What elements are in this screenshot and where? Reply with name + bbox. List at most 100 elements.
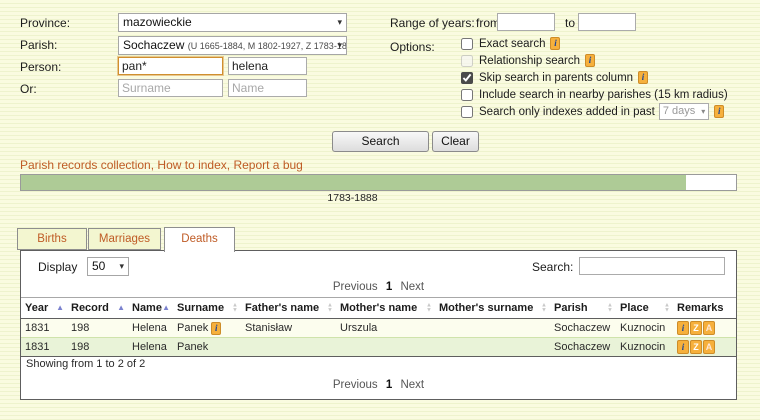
column-header-parish[interactable]: Parish▲▼ — [550, 298, 616, 319]
chevron-down-icon: ▾ — [701, 104, 705, 119]
results-summary: Showing from 1 to 2 of 2 — [26, 358, 145, 370]
tab-marriages[interactable]: Marriages — [88, 228, 161, 250]
column-header-fathers-name[interactable]: Father's name▲▼ — [241, 298, 336, 319]
cell-surname: Paneki — [173, 319, 241, 338]
year-to-input[interactable] — [578, 13, 636, 31]
person-label: Person: — [20, 60, 61, 74]
table-row: 1831 198 Helena Panek Sochaczew Kuznocin… — [21, 338, 736, 357]
options-label: Options: — [390, 40, 435, 54]
option-nearby-parishes[interactable]: Include search in nearby parishes (15 km… — [461, 87, 728, 102]
option-label: Relationship search — [479, 55, 580, 67]
sort-asc-icon: ▲ — [162, 304, 170, 312]
or-name-input[interactable] — [228, 79, 307, 97]
person-surname-input[interactable] — [118, 57, 223, 75]
sort-both-icon: ▲▼ — [327, 304, 333, 313]
cell-fathers-name — [241, 338, 336, 357]
option-label: Include search in nearby parishes (15 km… — [479, 89, 728, 101]
province-label: Province: — [20, 16, 70, 30]
option-label: Exact search — [479, 38, 545, 50]
column-header-mothers-surname[interactable]: Mother's surname▲▼ — [435, 298, 550, 319]
sort-both-icon: ▲▼ — [607, 304, 613, 313]
next-page-button[interactable]: Next — [400, 379, 424, 391]
column-header-surname[interactable]: Surname▲▼ — [173, 298, 241, 319]
or-surname-input[interactable] — [118, 79, 223, 97]
info-icon[interactable]: i — [550, 37, 560, 50]
note-icon[interactable]: i — [677, 340, 689, 354]
year-from-input[interactable] — [497, 13, 555, 31]
table-header-row: Year▲ Record▲ Name▲ Surname▲▼ Father's n… — [21, 298, 736, 319]
exact-search-checkbox[interactable] — [461, 38, 473, 50]
note-icon[interactable]: i — [677, 321, 689, 335]
cell-record: 198 — [67, 338, 128, 357]
column-header-mothers-name[interactable]: Mother's name▲▼ — [336, 298, 435, 319]
parish-years-detail: (U 1665-1884, M 1802-1927, Z 1783-1888) — [188, 41, 347, 51]
sort-both-icon: ▲▼ — [541, 304, 547, 313]
cell-year: 1831 — [21, 338, 67, 357]
sort-both-icon: ▲▼ — [664, 304, 670, 313]
previous-page-button[interactable]: Previous — [333, 379, 378, 391]
current-page-number[interactable]: 1 — [386, 281, 392, 293]
cell-name: Helena — [128, 319, 173, 338]
nearby-parishes-checkbox[interactable] — [461, 89, 473, 101]
option-exact-search[interactable]: Exact search i — [461, 36, 560, 51]
sort-both-icon: ▲▼ — [426, 304, 432, 313]
parish-records-collection-link[interactable]: Parish records collection — [20, 158, 151, 172]
option-relationship-search[interactable]: Relationship search i — [461, 53, 595, 68]
table-search-input[interactable] — [579, 257, 725, 275]
option-label: Search only indexes added in past — [479, 106, 655, 118]
cell-fathers-name: Stanisław — [241, 319, 336, 338]
info-icon[interactable]: i — [714, 105, 724, 118]
archive-link-icon[interactable]: A — [703, 321, 715, 335]
coverage-period-label: 1783-1888 — [20, 192, 685, 204]
column-header-remarks: Remarks — [673, 298, 736, 319]
previous-page-button[interactable]: Previous — [333, 281, 378, 293]
or-label: Or: — [20, 82, 37, 96]
info-icon[interactable]: i — [211, 322, 221, 335]
skip-parents-checkbox[interactable] — [461, 72, 473, 84]
archive-link-icon[interactable]: A — [703, 340, 715, 354]
next-page-button[interactable]: Next — [400, 281, 424, 293]
cell-name: Helena — [128, 338, 173, 357]
sort-both-icon: ▲▼ — [232, 304, 238, 313]
results-table: Year▲ Record▲ Name▲ Surname▲▼ Father's n… — [21, 297, 736, 357]
report-a-bug-link[interactable]: Report a bug — [233, 158, 302, 172]
option-recent-indexes[interactable]: Search only indexes added in past 7 days… — [461, 104, 724, 119]
scan-link-icon[interactable]: Z — [690, 321, 702, 335]
how-to-index-link[interactable]: How to index — [157, 158, 226, 172]
column-header-name[interactable]: Name▲ — [128, 298, 173, 319]
column-header-year[interactable]: Year▲ — [21, 298, 67, 319]
province-select[interactable]: mazowieckie ▾ — [118, 13, 347, 32]
cell-remarks: iZA — [673, 338, 736, 357]
clear-button[interactable]: Clear — [432, 131, 479, 152]
recent-period-select[interactable]: 7 days ▾ — [659, 103, 709, 120]
index-coverage-bar-fill — [21, 175, 686, 190]
province-value: mazowieckie — [123, 15, 192, 29]
person-name-input[interactable] — [228, 57, 307, 75]
sort-asc-icon: ▲ — [117, 304, 125, 312]
relationship-search-checkbox[interactable] — [461, 55, 473, 67]
search-button[interactable]: Search — [332, 131, 429, 152]
cell-remarks: iZA — [673, 319, 736, 338]
option-skip-parents-search[interactable]: Skip search in parents column i — [461, 70, 648, 85]
info-icon[interactable]: i — [638, 71, 648, 84]
column-header-place[interactable]: Place▲▼ — [616, 298, 673, 319]
parish-select[interactable]: Sochaczew (U 1665-1884, M 1802-1927, Z 1… — [118, 36, 347, 55]
cell-mothers-surname — [435, 319, 550, 338]
tab-births[interactable]: Births — [17, 228, 87, 250]
recent-indexes-checkbox[interactable] — [461, 106, 473, 118]
pagination-top: Previous 1 Next — [21, 281, 736, 293]
table-search-label: Search: — [532, 260, 573, 274]
cell-surname: Panek — [173, 338, 241, 357]
display-count-select[interactable]: 50 ▾ — [87, 257, 129, 276]
index-coverage-bar — [20, 174, 737, 191]
chevron-down-icon: ▾ — [337, 14, 342, 31]
scan-link-icon[interactable]: Z — [690, 340, 702, 354]
cell-mothers-name: Urszula — [336, 319, 435, 338]
current-page-number[interactable]: 1 — [386, 379, 392, 391]
info-icon[interactable]: i — [585, 54, 595, 67]
column-header-record[interactable]: Record▲ — [67, 298, 128, 319]
display-label: Display — [38, 260, 77, 274]
cell-parish: Sochaczew — [550, 338, 616, 357]
tab-deaths[interactable]: Deaths — [164, 227, 235, 252]
display-count-value: 50 — [92, 259, 105, 273]
